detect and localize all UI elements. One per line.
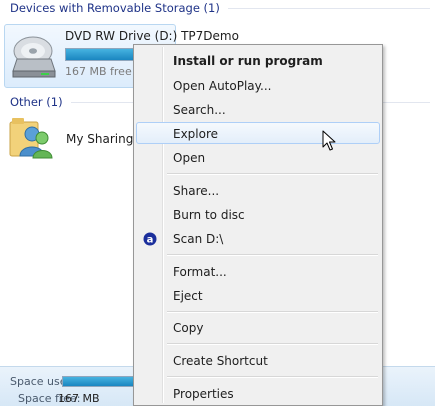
menu-item-create-shortcut[interactable]: Create Shortcut bbox=[136, 349, 380, 371]
menu-item-copy[interactable]: Copy bbox=[136, 316, 380, 338]
menu-item-search[interactable]: Search... bbox=[136, 98, 380, 120]
menu-separator bbox=[167, 343, 378, 345]
mouse-cursor-icon bbox=[322, 130, 336, 151]
group-header-divider bbox=[227, 7, 430, 9]
menu-item-open-autoplay[interactable]: Open AutoPlay... bbox=[136, 74, 380, 96]
menu-item-format[interactable]: Format... bbox=[136, 260, 380, 282]
menu-separator bbox=[167, 254, 378, 256]
group-header-removable-storage[interactable]: Devices with Removable Storage (1) bbox=[10, 0, 430, 16]
dvd-drive-icon bbox=[12, 36, 56, 78]
sharing-name: My Sharing bbox=[66, 132, 134, 146]
menu-item-scan[interactable]: a Scan D:\ bbox=[136, 227, 380, 249]
menu-item-properties[interactable]: Properties bbox=[136, 382, 380, 404]
menu-separator bbox=[167, 311, 378, 313]
sharing-users-icon bbox=[9, 118, 53, 159]
menu-separator bbox=[167, 173, 378, 175]
group-header-label: Other (1) bbox=[10, 95, 63, 109]
menu-item-burn-to-disc[interactable]: Burn to disc bbox=[136, 203, 380, 225]
space-free-value: 167 MB bbox=[58, 392, 100, 405]
antivirus-icon: a bbox=[143, 232, 157, 246]
menu-separator bbox=[167, 376, 378, 378]
group-header-label: Devices with Removable Storage (1) bbox=[10, 1, 220, 15]
space-used-bar bbox=[62, 376, 144, 387]
svg-text:a: a bbox=[147, 235, 154, 246]
menu-item-explore[interactable]: Explore bbox=[136, 122, 380, 144]
context-menu: Install or run program Open AutoPlay... … bbox=[133, 44, 383, 406]
drive-name: DVD RW Drive (D:) TP7Demo bbox=[65, 29, 239, 43]
menu-item-eject[interactable]: Eject bbox=[136, 284, 380, 306]
drive-free-space: 167 MB free bbox=[65, 65, 132, 78]
menu-item-share[interactable]: Share... bbox=[136, 179, 380, 201]
explorer-window: Devices with Removable Storage (1) DVD R… bbox=[0, 0, 435, 406]
menu-item-scan-label: Scan D:\ bbox=[173, 232, 224, 246]
menu-item-install-or-run[interactable]: Install or run program bbox=[136, 49, 380, 71]
menu-item-open[interactable]: Open bbox=[136, 146, 380, 168]
